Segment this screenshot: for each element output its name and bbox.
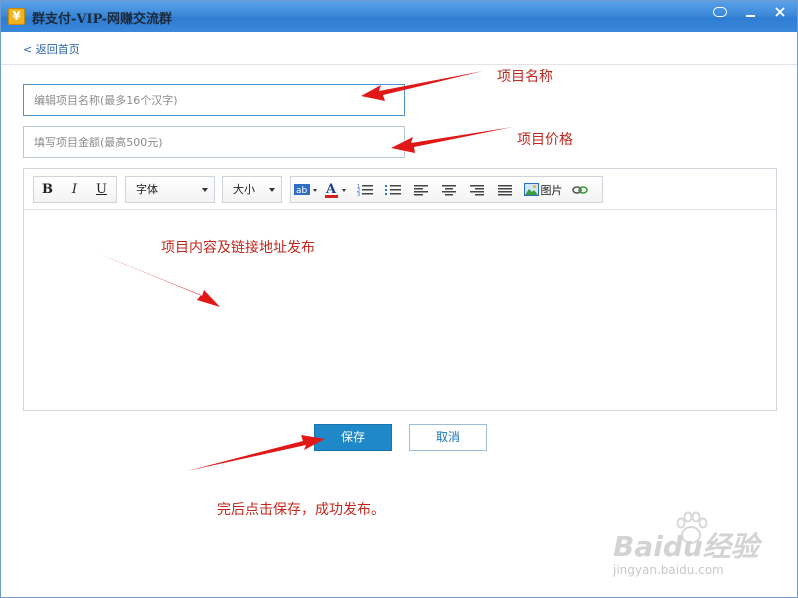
justify-button[interactable] (491, 177, 519, 202)
underline-button[interactable]: U (88, 177, 115, 202)
highlight-icon: ab (294, 183, 317, 196)
header-divider (1, 64, 797, 65)
app-window: ¥ 群支付-VIP-网赚交流群 < 返回首页 B I U 字体 大小 (0, 0, 798, 598)
format-group: ab A 1 2 3 图片 (290, 176, 603, 203)
italic-button[interactable]: I (61, 177, 88, 202)
align-center-icon (442, 184, 456, 195)
image-icon (523, 183, 539, 196)
highlight-color-button[interactable]: ab (291, 177, 321, 202)
text-style-group: B I U (33, 176, 117, 203)
chevron-down-icon (202, 188, 208, 192)
ordered-list-icon: 1 2 3 (357, 184, 373, 197)
close-icon (775, 7, 785, 17)
image-button-label: 图片 (540, 183, 563, 197)
project-price-input[interactable] (23, 126, 405, 158)
svg-text:A: A (325, 182, 337, 197)
minimize-icon (746, 15, 755, 17)
bold-button[interactable]: B (34, 177, 61, 202)
link-icon (572, 185, 588, 194)
unordered-list-button[interactable] (379, 177, 407, 202)
align-left-button[interactable] (407, 177, 435, 202)
editor-toolbar: B I U 字体 大小 ab A 1 2 3 图片 (24, 169, 776, 210)
font-color-button[interactable]: A (321, 177, 351, 202)
chat-bubble-icon[interactable] (707, 3, 733, 23)
cancel-button[interactable]: 取消 (409, 424, 487, 451)
save-button[interactable]: 保存 (314, 424, 392, 451)
unordered-list-icon (385, 184, 401, 195)
back-to-home-link[interactable]: < 返回首页 (23, 41, 80, 57)
rich-text-editor: B I U 字体 大小 ab A 1 2 3 图片 (23, 168, 777, 411)
font-family-select[interactable]: 字体 (125, 176, 215, 203)
insert-link-button[interactable] (567, 177, 593, 202)
insert-image-button[interactable]: 图片 (519, 177, 567, 202)
chevron-down-icon (269, 188, 275, 192)
svg-text:3: 3 (357, 192, 360, 197)
close-button[interactable] (767, 3, 793, 23)
align-left-icon (414, 184, 428, 195)
watermark-url: jingyan.baidu.com (613, 563, 724, 577)
svg-text:ab: ab (296, 186, 308, 196)
annotation-finish: 完后点击保存，成功发布。 (217, 502, 385, 518)
arrow-to-price-field (391, 127, 513, 153)
size-select-label: 大小 (233, 183, 255, 196)
editor-content-area[interactable] (24, 211, 776, 410)
align-right-button[interactable] (463, 177, 491, 202)
title-bar: ¥ 群支付-VIP-网赚交流群 (1, 1, 797, 32)
align-right-icon (470, 184, 484, 195)
align-center-button[interactable] (435, 177, 463, 202)
font-color-icon: A (325, 182, 346, 198)
annotation-content: 项目内容及链接地址发布 (161, 240, 315, 256)
ordered-list-button[interactable]: 1 2 3 (351, 177, 379, 202)
minimize-button[interactable] (737, 3, 763, 23)
annotation-name: 项目名称 (497, 69, 553, 85)
arrow-to-save-button (187, 435, 325, 471)
window-title: 群支付-VIP-网赚交流群 (32, 12, 173, 27)
baidu-watermark: Baidu经验 jingyan.baidu.com (613, 511, 783, 585)
font-size-select[interactable]: 大小 (222, 176, 282, 203)
align-justify-icon (498, 184, 512, 195)
yuan-icon: ¥ (8, 8, 25, 25)
font-select-label: 字体 (136, 183, 158, 196)
project-name-input[interactable] (23, 84, 405, 116)
annotation-price: 项目价格 (517, 132, 573, 148)
watermark-text: Baidu经验 (613, 530, 759, 563)
